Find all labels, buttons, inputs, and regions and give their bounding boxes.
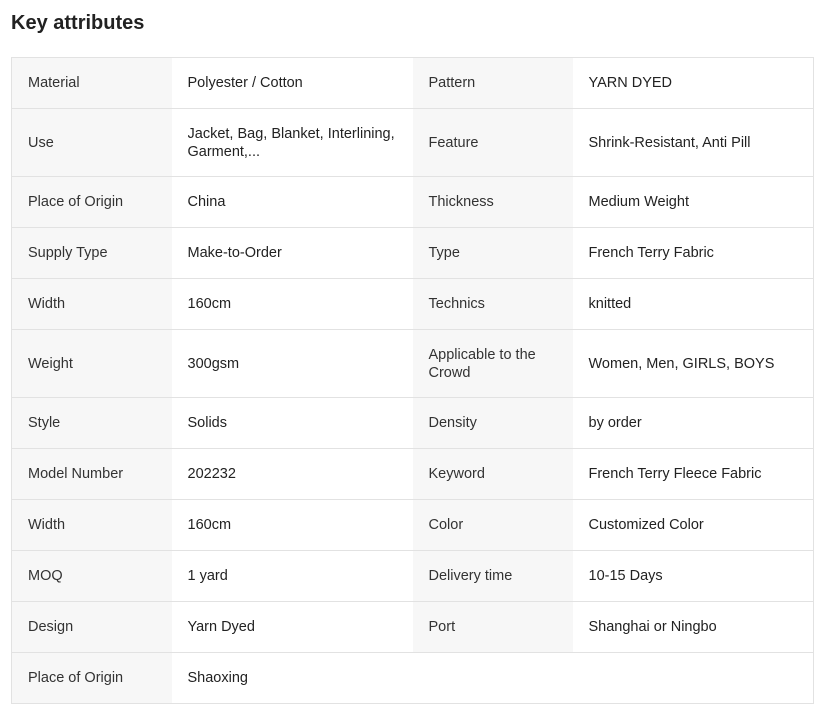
- attribute-label: MOQ: [11, 550, 172, 602]
- attribute-value: 202232: [171, 448, 413, 500]
- table-row: Style Solids Density by order: [11, 397, 814, 449]
- attribute-value: Solids: [171, 397, 413, 449]
- attribute-label: Thickness: [412, 176, 573, 228]
- attribute-value: 160cm: [171, 499, 413, 551]
- attribute-label: Color: [412, 499, 573, 551]
- attribute-label: Technics: [412, 278, 573, 330]
- attribute-label: Feature: [412, 108, 573, 177]
- attribute-value: French Terry Fabric: [572, 227, 814, 279]
- table-row: Design Yarn Dyed Port Shanghai or Ningbo: [11, 601, 814, 653]
- attribute-value: Customized Color: [572, 499, 814, 551]
- attribute-value: Shrink-Resistant, Anti Pill: [572, 108, 814, 177]
- attribute-value: Jacket, Bag, Blanket, Interlining, Garme…: [171, 108, 413, 177]
- table-row: Use Jacket, Bag, Blanket, Interlining, G…: [11, 108, 814, 177]
- attribute-value: 1 yard: [171, 550, 413, 602]
- attribute-value: China: [171, 176, 413, 228]
- table-row: Material Polyester / Cotton Pattern YARN…: [11, 57, 814, 109]
- table-row: Place of Origin Shaoxing: [11, 652, 814, 704]
- attribute-value: Shaoxing: [171, 652, 413, 704]
- empty-cell: [412, 652, 573, 704]
- attribute-label: Port: [412, 601, 573, 653]
- attribute-value: 10-15 Days: [572, 550, 814, 602]
- attribute-value: Shanghai or Ningbo: [572, 601, 814, 653]
- table-row: MOQ 1 yard Delivery time 10-15 Days: [11, 550, 814, 602]
- table-row: Place of Origin China Thickness Medium W…: [11, 176, 814, 228]
- attribute-label: Model Number: [11, 448, 172, 500]
- attribute-label: Weight: [11, 329, 172, 398]
- attribute-label: Applicable to the Crowd: [412, 329, 573, 398]
- attribute-value: Yarn Dyed: [171, 601, 413, 653]
- attribute-label: Type: [412, 227, 573, 279]
- attribute-label: Place of Origin: [11, 652, 172, 704]
- table-row: Width 160cm Color Customized Color: [11, 499, 814, 551]
- attribute-value: Polyester / Cotton: [171, 57, 413, 109]
- attribute-label: Style: [11, 397, 172, 449]
- empty-cell: [572, 652, 814, 704]
- table-row: Weight 300gsm Applicable to the Crowd Wo…: [11, 329, 814, 398]
- attribute-value: French Terry Fleece Fabric: [572, 448, 814, 500]
- attribute-label: Density: [412, 397, 573, 449]
- attribute-label: Width: [11, 278, 172, 330]
- attribute-label: Place of Origin: [11, 176, 172, 228]
- attribute-value-text: Jacket, Bag, Blanket, Interlining, Garme…: [187, 125, 395, 160]
- attribute-label: Keyword: [412, 448, 573, 500]
- attribute-label: Delivery time: [412, 550, 573, 602]
- attribute-label: Pattern: [412, 57, 573, 109]
- attribute-value: by order: [572, 397, 814, 449]
- attribute-label: Width: [11, 499, 172, 551]
- attribute-value: YARN DYED: [572, 57, 814, 109]
- attribute-value: Make-to-Order: [171, 227, 413, 279]
- attribute-label: Design: [11, 601, 172, 653]
- table-row: Model Number 202232 Keyword French Terry…: [11, 448, 814, 500]
- attribute-value: 160cm: [171, 278, 413, 330]
- attribute-value: 300gsm: [171, 329, 413, 398]
- attribute-label: Material: [11, 57, 172, 109]
- key-attributes-table: Material Polyester / Cotton Pattern YARN…: [11, 57, 814, 704]
- attribute-value: knitted: [572, 278, 814, 330]
- attribute-label: Use: [11, 108, 172, 177]
- section-title: Key attributes: [11, 12, 145, 34]
- attribute-value: Women, Men, GIRLS, BOYS: [572, 329, 814, 398]
- table-row: Supply Type Make-to-Order Type French Te…: [11, 227, 814, 279]
- attribute-label: Supply Type: [11, 227, 172, 279]
- attribute-value: Medium Weight: [572, 176, 814, 228]
- table-row: Width 160cm Technics knitted: [11, 278, 814, 330]
